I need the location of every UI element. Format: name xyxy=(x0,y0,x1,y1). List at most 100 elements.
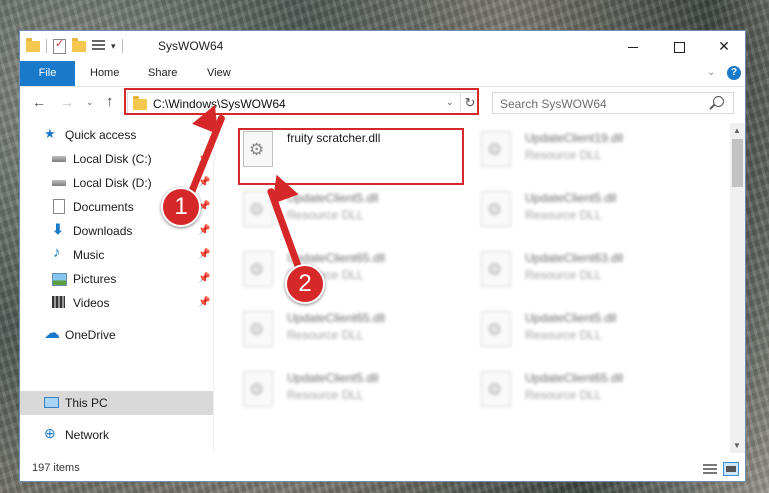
vertical-scrollbar[interactable]: ▲ ▼ xyxy=(730,123,745,453)
pin-icon[interactable]: 📌 xyxy=(198,273,210,284)
file-type: Resource DLL xyxy=(287,328,364,342)
sidebar-item-music[interactable]: ♪ Music 📌 xyxy=(20,243,213,267)
download-icon: ⬇ xyxy=(52,221,64,237)
close-button[interactable]: ✕ xyxy=(701,31,745,61)
expand-ribbon-icon[interactable]: ⌄ xyxy=(707,67,715,78)
file-name: UpdateClient5.dll xyxy=(525,311,617,325)
pane-splitter[interactable] xyxy=(213,123,214,453)
file-name: UpdateClient19.dll xyxy=(525,131,624,145)
navigation-pane: ★ Quick access Local Disk (C:) 📌 Local D… xyxy=(20,123,213,453)
minimize-button[interactable] xyxy=(610,31,656,61)
videos-icon xyxy=(52,296,65,308)
dll-file-icon xyxy=(481,191,511,227)
details-view-icon[interactable] xyxy=(703,464,717,474)
cloud-icon: ☁ xyxy=(44,325,60,342)
recent-locations-icon[interactable]: ⌄ xyxy=(86,97,94,108)
step-badge-2: 2 xyxy=(285,264,325,304)
dll-file-icon xyxy=(481,131,511,167)
scroll-up-icon[interactable]: ▲ xyxy=(733,126,741,135)
sidebar-item-quick-access[interactable]: ★ Quick access xyxy=(20,123,213,147)
file-item[interactable]: UpdateClient5.dll Resource DLL xyxy=(453,183,683,235)
dll-file-icon xyxy=(481,251,511,287)
sidebar-item-label: Quick access xyxy=(65,128,137,142)
new-folder-icon[interactable] xyxy=(72,37,86,52)
file-item[interactable]: UpdateClient5.dll Resource DLL xyxy=(453,303,683,355)
tab-view[interactable]: View xyxy=(197,61,241,86)
file-name: UpdateClient5.dll xyxy=(287,191,379,205)
file-item[interactable]: UpdateClient19.dll Resource DLL xyxy=(453,123,683,175)
maximize-button[interactable] xyxy=(656,31,702,61)
scrollbar-thumb[interactable] xyxy=(732,139,743,187)
file-name: UpdateClient65.dll xyxy=(287,311,386,325)
star-icon: ★ xyxy=(44,126,56,141)
file-name: UpdateClient5.dll xyxy=(287,371,379,385)
sidebar-item-label: Videos xyxy=(73,296,110,310)
sidebar-item-this-pc[interactable]: This PC xyxy=(20,391,213,415)
sidebar-item-label: Local Disk (C:) xyxy=(73,152,152,166)
chevron-down-icon[interactable]: ▾ xyxy=(111,41,116,52)
network-icon: ⊕ xyxy=(44,425,56,441)
address-bar-highlight xyxy=(124,88,479,115)
sidebar-item-label: OneDrive xyxy=(65,328,116,342)
sidebar-item-onedrive[interactable]: ☁ OneDrive xyxy=(20,323,213,347)
ribbon-tabs: File Home Share View ⌄ ? xyxy=(20,61,745,87)
forward-arrow-icon[interactable]: → xyxy=(60,94,74,110)
help-icon[interactable]: ? xyxy=(727,66,741,80)
window-title: SysWOW64 xyxy=(158,39,224,53)
minimize-icon xyxy=(628,46,638,48)
file-item[interactable]: UpdateClient65.dll Resource DLL xyxy=(215,243,445,295)
back-arrow-icon[interactable]: ← xyxy=(32,94,46,110)
file-type: Resource DLL xyxy=(525,328,602,342)
sidebar-item-network[interactable]: ⊕ Network xyxy=(20,423,213,447)
dll-file-icon xyxy=(481,311,511,347)
file-item[interactable]: UpdateClient65.dll Resource DLL xyxy=(453,363,683,415)
up-arrow-icon[interactable]: ↑ xyxy=(106,93,114,110)
pin-icon[interactable]: 📌 xyxy=(198,225,210,236)
file-name: UpdateClient65.dll xyxy=(525,371,624,385)
sidebar-item-pictures[interactable]: Pictures 📌 xyxy=(20,267,213,291)
sidebar-item-local-disk-c[interactable]: Local Disk (C:) 📌 xyxy=(20,147,213,171)
file-type: Resource DLL xyxy=(525,388,602,402)
sidebar-item-label: This PC xyxy=(65,396,108,410)
dll-file-icon xyxy=(243,251,273,287)
file-type: Resource DLL xyxy=(287,388,364,402)
drive-icon xyxy=(52,180,66,186)
file-item[interactable]: UpdateClient5.dll Resource DLL xyxy=(215,183,445,235)
file-type: Resource DLL xyxy=(525,148,602,162)
dll-file-icon xyxy=(243,311,273,347)
tab-share[interactable]: Share xyxy=(138,61,187,86)
search-icon[interactable] xyxy=(713,96,724,107)
status-bar: 197 items xyxy=(20,457,745,481)
pin-icon[interactable]: 📌 xyxy=(198,249,210,260)
pin-icon[interactable]: 📌 xyxy=(198,297,210,308)
properties-check-icon[interactable] xyxy=(53,37,66,54)
file-type: Resource DLL xyxy=(525,268,602,282)
file-item[interactable]: UpdateClient65.dll Resource DLL xyxy=(215,303,445,355)
maximize-icon xyxy=(673,41,685,53)
step-badge-1: 1 xyxy=(161,187,201,227)
tab-file[interactable]: File xyxy=(20,61,75,86)
large-icons-view-icon[interactable] xyxy=(723,462,739,476)
view-options-icon[interactable] xyxy=(92,40,105,52)
sidebar-item-label: Pictures xyxy=(73,272,117,286)
toolbar-divider xyxy=(121,39,123,53)
sidebar-item-label: Network xyxy=(65,428,110,442)
dll-file-icon xyxy=(481,371,511,407)
scroll-down-icon[interactable]: ▼ xyxy=(733,441,741,450)
file-name: UpdateClient65.dll xyxy=(287,251,386,265)
file-item[interactable]: UpdateClient5.dll Resource DLL xyxy=(215,363,445,415)
computer-icon xyxy=(44,397,59,408)
pictures-icon xyxy=(52,273,67,286)
file-type: Resource DLL xyxy=(287,208,364,222)
drive-icon xyxy=(52,156,66,162)
sidebar-item-videos[interactable]: Videos 📌 xyxy=(20,291,213,315)
file-type: Resource DLL xyxy=(525,208,602,222)
sidebar-item-label: Local Disk (D:) xyxy=(73,176,152,190)
documents-icon xyxy=(53,199,65,214)
sidebar-item-label: Downloads xyxy=(73,224,133,238)
file-item[interactable]: UpdateClient63.dll Resource DLL xyxy=(453,243,683,295)
dll-file-icon xyxy=(243,371,273,407)
tab-home[interactable]: Home xyxy=(80,61,129,86)
folder-icon xyxy=(26,37,40,52)
search-input[interactable]: Search SysWOW64 xyxy=(492,92,734,114)
